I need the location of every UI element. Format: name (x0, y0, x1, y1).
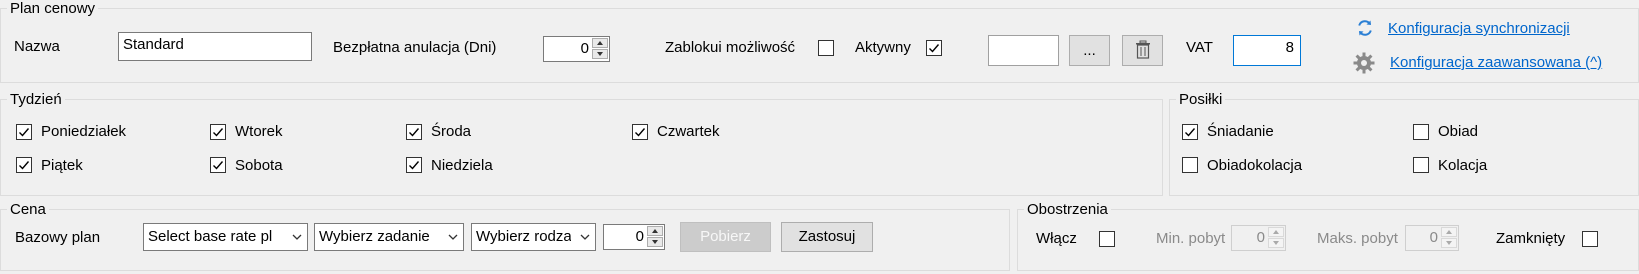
gear-icon[interactable] (1352, 51, 1376, 75)
check-icon (1185, 128, 1196, 137)
plan-legend: Plan cenowy (10, 0, 96, 17)
day-label-saturday: Sobota (235, 157, 283, 174)
block-checkbox[interactable] (818, 40, 834, 56)
chevron-down-icon (292, 234, 302, 240)
day-checkbox-wednesday[interactable] (406, 124, 422, 140)
vat-label: VAT (1186, 39, 1213, 56)
check-icon (409, 161, 420, 170)
price-number-value: 0 (635, 228, 644, 245)
enable-checkbox[interactable] (1099, 231, 1115, 247)
meal-checkbox-dinner-supper[interactable] (1182, 157, 1198, 173)
day-label-wednesday: Środa (431, 123, 472, 140)
delete-button[interactable] (1122, 35, 1163, 66)
vat-input[interactable]: 8 (1233, 35, 1301, 66)
price-number-stepper[interactable]: 0 (603, 224, 665, 250)
enable-label: Włącz (1036, 230, 1077, 247)
day-label-tuesday: Wtorek (235, 123, 283, 140)
free-cancel-label: Bezpłatna anulacja (Dni) (333, 39, 497, 56)
week-legend: Tydzień (10, 91, 62, 108)
day-checkbox-thursday[interactable] (632, 124, 648, 140)
meal-label-supper: Kolacja (1438, 157, 1488, 174)
closed-label: Zamknięty (1496, 230, 1566, 247)
name-label: Nazwa (14, 38, 60, 55)
check-icon (19, 128, 30, 137)
sync-config-link[interactable]: Konfiguracja synchronizacji (1388, 19, 1570, 39)
check-icon (929, 44, 940, 53)
min-stay-stepper[interactable]: 0 (1231, 225, 1286, 251)
browse-button[interactable]: ... (1069, 35, 1110, 66)
type-value: Wybierz rodzaj (476, 228, 571, 245)
base-rate-value: Select base rate pl (148, 228, 273, 245)
max-stay-stepper[interactable]: 0 (1405, 225, 1459, 251)
task-value: Wybierz zadanie (319, 228, 430, 245)
type-select[interactable]: Wybierz rodzaj (471, 223, 596, 251)
fetch-button[interactable]: Pobierz (680, 222, 771, 252)
meals-legend: Posiłki (1179, 91, 1223, 108)
chevron-down-icon (448, 234, 458, 240)
free-cancel-spin[interactable] (592, 38, 608, 60)
check-icon (635, 128, 646, 137)
active-label: Aktywny (855, 39, 911, 56)
day-label-sunday: Niedziela (431, 157, 493, 174)
trash-icon (1135, 40, 1150, 59)
day-checkbox-tuesday[interactable] (210, 124, 226, 140)
closed-checkbox[interactable] (1582, 231, 1598, 247)
day-label-thursday: Czwartek (657, 123, 720, 140)
name-input[interactable]: Standard (118, 32, 312, 61)
day-checkbox-friday[interactable] (16, 157, 32, 173)
check-icon (19, 161, 30, 170)
chevron-down-icon (580, 234, 590, 240)
day-label-monday: Poniedziałek (41, 123, 127, 140)
free-cancel-stepper[interactable]: 0 (543, 36, 610, 62)
min-stay-value: 0 (1256, 229, 1265, 246)
check-icon (213, 161, 224, 170)
meal-label-breakfast: Śniadanie (1207, 123, 1274, 140)
advanced-config-link[interactable]: Konfiguracja zaawansowana (^) (1390, 53, 1602, 73)
meals-group: Posiłki (1169, 91, 1639, 196)
min-stay-spin[interactable] (1268, 227, 1284, 249)
meal-label-dinner-supper: Obiadokolacja (1207, 157, 1303, 174)
meal-checkbox-lunch[interactable] (1413, 124, 1429, 140)
max-stay-spin[interactable] (1441, 227, 1457, 249)
block-label: Zablokui możliwość (665, 39, 796, 56)
day-label-friday: Piątek (41, 157, 83, 174)
day-checkbox-saturday[interactable] (210, 157, 226, 173)
max-stay-value: 0 (1429, 229, 1438, 246)
task-select[interactable]: Wybierz zadanie (314, 223, 464, 251)
meal-checkbox-supper[interactable] (1413, 157, 1429, 173)
price-legend: Cena (10, 201, 46, 218)
check-icon (213, 128, 224, 137)
price-number-spin[interactable] (647, 226, 663, 248)
check-icon (409, 128, 420, 137)
day-checkbox-monday[interactable] (16, 124, 32, 140)
base-plan-label: Bazowy plan (15, 229, 101, 246)
base-rate-select[interactable]: Select base rate pl (143, 223, 308, 251)
vat-value: 8 (1285, 39, 1294, 56)
min-stay-label: Min. pobyt (1156, 230, 1226, 247)
apply-button[interactable]: Zastosuj (781, 222, 873, 252)
active-checkbox[interactable] (926, 40, 942, 56)
max-stay-label: Maks. pobyt (1317, 230, 1398, 247)
week-group: Tydzień (0, 91, 1163, 196)
free-cancel-value: 0 (580, 40, 589, 57)
color-field[interactable] (988, 35, 1059, 66)
meal-checkbox-breakfast[interactable] (1182, 124, 1198, 140)
restrictions-legend: Obostrzenia (1027, 201, 1108, 218)
sync-icon[interactable] (1355, 18, 1375, 38)
day-checkbox-sunday[interactable] (406, 157, 422, 173)
meal-label-lunch: Obiad (1438, 123, 1479, 140)
